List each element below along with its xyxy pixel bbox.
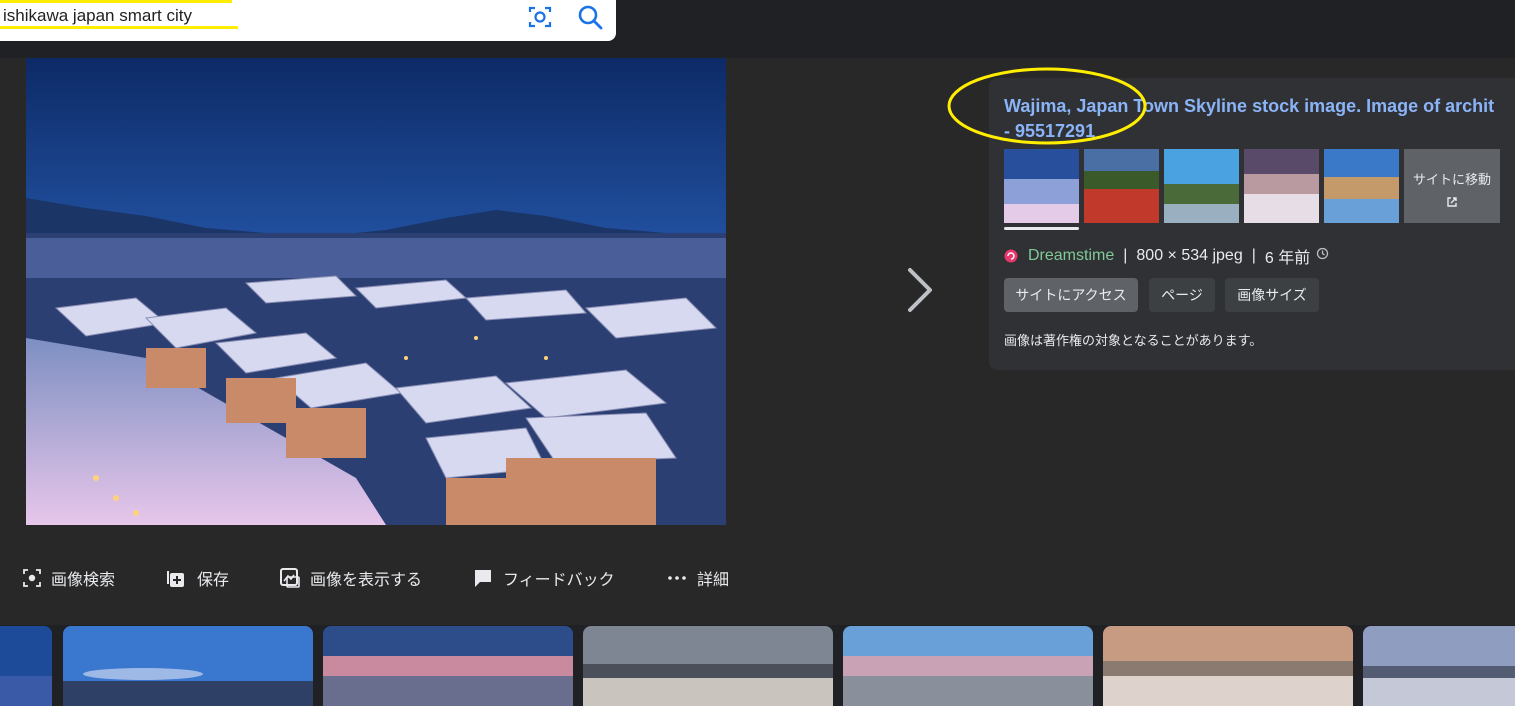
lens-icon [23, 569, 41, 587]
related-strip-image[interactable] [323, 626, 573, 706]
search-icon[interactable] [575, 2, 605, 32]
related-thumb-3[interactable] [1164, 149, 1239, 223]
image-open-icon [280, 568, 300, 588]
related-strip-image[interactable] [843, 626, 1093, 706]
main-preview-image[interactable] [26, 58, 726, 525]
active-thumb-indicator [1004, 227, 1079, 230]
external-link-icon [1404, 196, 1500, 211]
feedback-action[interactable]: フィードバック [472, 560, 615, 596]
image-size-chip[interactable]: 画像サイズ [1225, 278, 1319, 312]
image-age: 6 年前 [1264, 250, 1311, 267]
go-to-site-button[interactable]: サイトに移動 [1404, 149, 1500, 223]
related-thumb-5[interactable] [1324, 149, 1399, 223]
related-thumb-4[interactable] [1244, 149, 1319, 223]
related-strip-image[interactable] [1363, 626, 1515, 706]
view-image-action[interactable]: 画像を表示する [279, 560, 422, 596]
related-strip-image[interactable] [583, 626, 833, 706]
related-thumb-2[interactable] [1084, 149, 1159, 223]
copyright-notice: 画像は著作権の対象となることがあります。 [1004, 333, 1263, 348]
dreamstime-logo-icon [1004, 249, 1018, 263]
highlight-mark-top [0, 0, 232, 3]
source-site-link[interactable]: Dreamstime [1028, 247, 1114, 265]
related-strip-image[interactable] [1103, 626, 1353, 706]
feedback-label: フィードバック [503, 572, 615, 589]
page-chip[interactable]: ページ [1149, 278, 1215, 312]
chevron-right-icon[interactable] [898, 262, 942, 318]
more-dots-icon [668, 576, 686, 580]
visit-site-chip[interactable]: サイトにアクセス [1004, 278, 1138, 312]
image-actions-bar: 画像検索 保存 画像を表示する フィードバック 詳細 [0, 560, 760, 596]
search-input[interactable]: ishikawa japan smart city [3, 6, 192, 26]
feedback-icon [475, 570, 491, 587]
annotation-circle [946, 66, 1148, 146]
save-action[interactable]: 保存 [166, 560, 229, 596]
more-label: 詳細 [697, 572, 730, 589]
more-action[interactable]: 詳細 [666, 560, 729, 596]
history-icon [1316, 247, 1329, 265]
image-meta-row: Dreamstime | 800 × 534 jpeg | 6 年前 [1004, 244, 1329, 268]
image-dimensions: 800 × 534 jpeg [1136, 247, 1243, 264]
separator: | [1251, 247, 1256, 264]
save-add-icon [167, 571, 184, 587]
image-search-label: 画像検索 [51, 572, 116, 589]
save-label: 保存 [197, 572, 230, 589]
related-strip-image[interactable] [63, 626, 313, 706]
go-to-site-label: サイトに移動 [1412, 172, 1491, 187]
camera-lens-icon[interactable] [526, 3, 554, 31]
related-thumb-1[interactable] [1004, 149, 1079, 223]
highlight-underline [0, 26, 238, 29]
view-image-label: 画像を表示する [310, 572, 423, 589]
related-strip-image[interactable] [0, 626, 52, 706]
search-box[interactable]: ishikawa japan smart city [0, 0, 616, 41]
separator: | [1123, 247, 1128, 264]
image-search-action[interactable]: 画像検索 [22, 560, 115, 596]
